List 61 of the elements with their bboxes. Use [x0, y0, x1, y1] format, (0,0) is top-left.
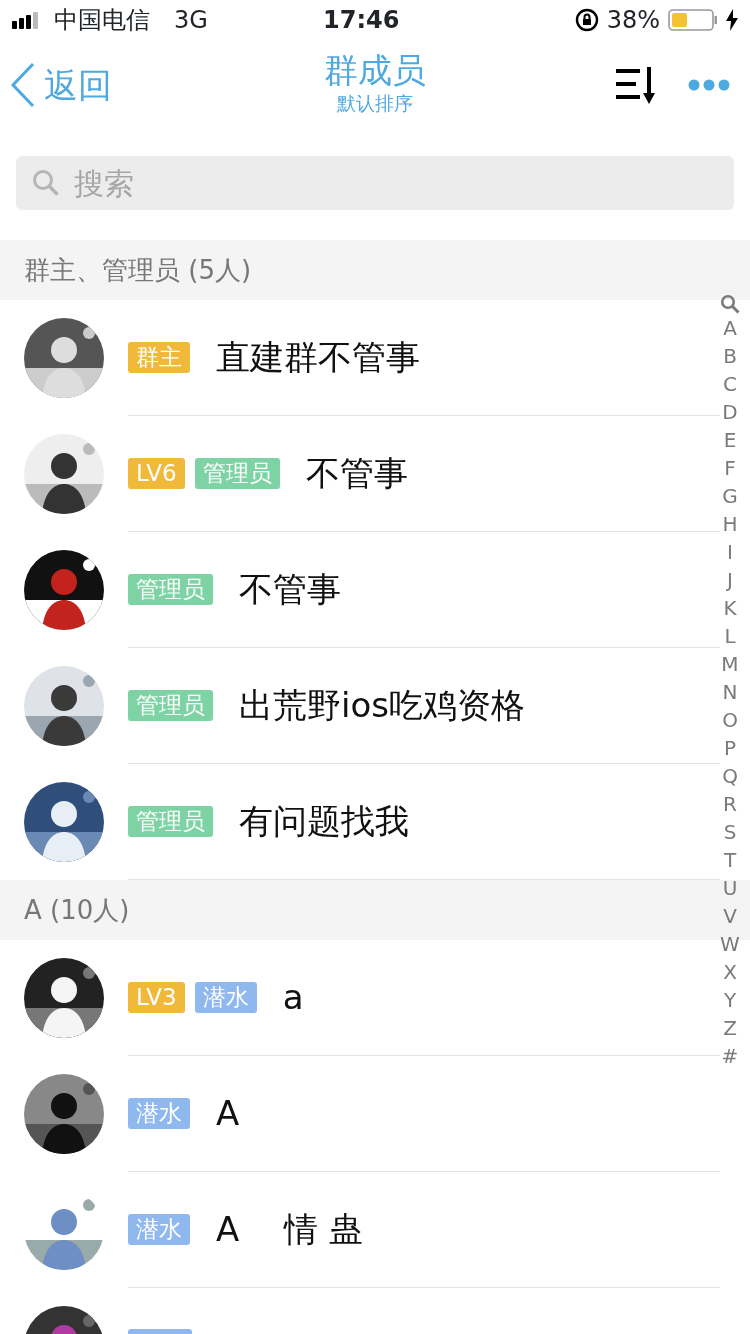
member-name: A 情 蛊 [216, 1208, 363, 1251]
page-title: 群成员 [324, 52, 426, 90]
index-letter[interactable]: S [723, 818, 737, 846]
index-letter[interactable]: Y [723, 986, 737, 1014]
member-name: 不管事 [239, 568, 341, 611]
carrier-name: 中国电信 [54, 5, 150, 36]
back-chevron-icon [10, 62, 36, 108]
index-letter[interactable]: M [721, 650, 739, 678]
index-letter[interactable]: A [723, 314, 737, 342]
index-letter[interactable]: Q [722, 762, 738, 790]
battery-percent: 38% [606, 5, 660, 36]
lurker-tag: 潜水 [194, 981, 257, 1014]
index-letter[interactable]: G [722, 482, 738, 510]
index-letter[interactable]: W [720, 930, 740, 958]
status-time: 17:46 [323, 5, 401, 36]
admin-tag: 管理员 [128, 689, 213, 722]
index-letter[interactable]: P [723, 734, 737, 762]
index-letter[interactable]: # [721, 1042, 739, 1070]
index-letter[interactable]: K [723, 594, 737, 622]
admin-tag: 管理员 [128, 573, 213, 606]
level-tag: LV3 [128, 981, 185, 1014]
owner-tag: 群主 [128, 341, 190, 374]
member-name: A [216, 1092, 240, 1135]
index-letter[interactable]: F [724, 454, 736, 482]
member-name: 出荒野ios吃鸡资格 [239, 684, 525, 727]
level-tag: LV6 [128, 457, 185, 490]
network-type: 3G [174, 5, 208, 36]
index-letter[interactable]: R [723, 790, 737, 818]
index-letter[interactable]: J [727, 566, 733, 594]
more-icon[interactable] [688, 79, 730, 91]
lurker-tag: 潜水 [128, 1097, 190, 1130]
sort-subtitle: 默认排序 [337, 91, 413, 117]
index-letter[interactable]: V [723, 902, 737, 930]
rotation-lock-icon [574, 8, 599, 32]
index-letter[interactable]: I [727, 538, 733, 566]
member-name: a [282, 976, 304, 1019]
index-letter[interactable]: O [722, 706, 738, 734]
charging-icon [726, 9, 738, 31]
index-letter[interactable]: L [724, 622, 736, 650]
index-letter[interactable]: T [723, 846, 737, 874]
section-header: 群主、管理员 (5人) [24, 253, 252, 287]
lurker-tag: 潜水 [128, 1213, 190, 1246]
admin-tag: 管理员 [194, 457, 280, 490]
index-letter[interactable]: U [722, 874, 738, 902]
member-name: 直建群不管事 [216, 336, 420, 379]
section-header: A (10人) [24, 893, 130, 927]
search-icon[interactable] [720, 294, 740, 314]
index-letter[interactable]: X [723, 958, 737, 986]
back-link[interactable]: 返回 [10, 59, 112, 111]
index-letter[interactable]: H [722, 510, 738, 538]
member-name: 有问题找我 [239, 800, 409, 843]
member-name: 不管事 [305, 452, 408, 495]
index-letter[interactable]: N [722, 678, 738, 706]
battery-icon [668, 8, 718, 32]
index-letter[interactable]: E [723, 426, 737, 454]
index-letter[interactable]: D [722, 398, 738, 426]
index-letter[interactable]: C [723, 370, 737, 398]
index-letter[interactable]: Z [723, 1014, 737, 1042]
search-field[interactable]: 搜索 [16, 156, 734, 210]
index-letter[interactable]: B [723, 342, 737, 370]
admin-tag: 管理员 [128, 805, 213, 838]
